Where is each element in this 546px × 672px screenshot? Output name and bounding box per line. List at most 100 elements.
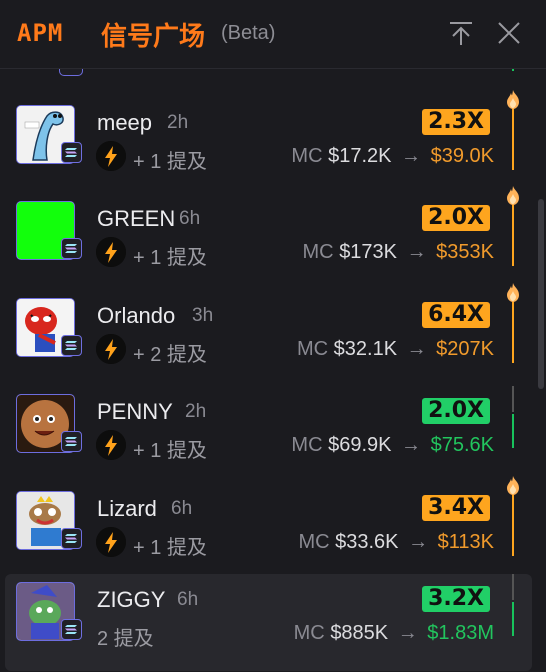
solana-icon	[65, 625, 77, 634]
mc-from: $33.6K	[335, 531, 399, 553]
fire-indicator	[504, 88, 522, 110]
progress-bar-fill	[512, 602, 514, 636]
market-cap-change: MC $69.9K → $75.6K	[291, 434, 494, 457]
signal-item[interactable]: ZIGGY 6h 2 提及 3.2X MC $885K → $1.83M	[5, 574, 532, 671]
partial-progress-bar	[512, 69, 514, 71]
token-age: 6h	[177, 589, 199, 610]
mc-from: $69.9K	[328, 434, 392, 456]
signal-item[interactable]: Orlando 3h + 2 提及 6.4X MC $32.1K → $207K	[5, 283, 532, 387]
mention-count: 2 提及	[97, 628, 154, 650]
mention-count: + 1 提及	[133, 247, 207, 269]
token-name: Orlando	[97, 303, 176, 328]
market-cap-change: MC $885K → $1.83M	[294, 622, 494, 645]
scrollbar[interactable]	[538, 199, 544, 389]
mention-count: + 2 提及	[133, 344, 207, 366]
token-age: 3h	[192, 305, 214, 326]
multiplier-badge: 3.2X	[422, 586, 490, 612]
arrow-icon: →	[397, 622, 418, 644]
mc-label: MC	[296, 338, 329, 360]
solana-icon	[65, 341, 77, 350]
mention-count: + 1 提及	[133, 440, 207, 462]
caller-avatar	[96, 430, 126, 460]
pin-top-button[interactable]	[446, 18, 476, 48]
mc-to: $113K	[437, 531, 494, 553]
lightning-icon	[96, 141, 126, 171]
solana-icon	[65, 437, 77, 446]
signal-item[interactable]: Lizard 6h + 1 提及 3.4X MC $33.6K → $113K	[5, 476, 532, 580]
token-age: 2h	[185, 401, 207, 422]
mc-from: $32.1K	[333, 338, 398, 360]
mc-from: $885K	[330, 622, 389, 644]
brand-logo: APM	[17, 19, 64, 47]
token-age: 2h	[167, 112, 189, 133]
beta-label: (Beta)	[221, 22, 276, 44]
token-age: 6h	[171, 498, 193, 519]
caller-avatar	[96, 141, 126, 171]
multiplier-badge: 2.0X	[422, 205, 490, 231]
token-name: Lizard	[97, 496, 157, 521]
mc-to: $75.6K	[430, 434, 494, 456]
solana-icon	[65, 148, 77, 157]
mc-to: $207K	[436, 338, 494, 360]
lightning-icon	[96, 334, 126, 364]
chain-badge	[61, 528, 82, 549]
solana-icon	[65, 244, 77, 253]
mc-label: MC	[302, 241, 334, 263]
fire-indicator	[504, 474, 522, 496]
market-cap-change: MC $32.1K → $207K	[297, 338, 494, 361]
fire-indicator	[504, 281, 522, 303]
mc-label: MC	[291, 145, 323, 167]
header-bar: APM 信号广场 (Beta)	[0, 0, 546, 69]
mc-label: MC	[293, 622, 325, 644]
arrow-icon: →	[401, 145, 422, 167]
progress-bar-fill	[512, 103, 514, 170]
lightning-icon	[96, 527, 126, 557]
token-name: meep	[97, 110, 153, 135]
mc-to: $353K	[436, 241, 494, 263]
lightning-icon	[96, 237, 126, 267]
token-age: 6h	[179, 208, 201, 229]
arrow-icon: →	[408, 531, 429, 553]
mc-to: $39.0K	[430, 145, 494, 167]
progress-bar-track	[512, 386, 514, 412]
partial-avatar	[59, 69, 83, 76]
arrow-icon: →	[406, 241, 427, 263]
pin-to-top-icon	[450, 22, 472, 45]
signal-item[interactable]: GREEN 6h + 1 提及 2.0X MC $173K → $353K	[5, 186, 532, 290]
mc-label: MC	[298, 531, 330, 553]
chain-badge	[61, 619, 82, 640]
chain-badge	[61, 238, 82, 259]
progress-bar-fill	[512, 296, 514, 363]
mc-to: $1.83M	[427, 622, 494, 644]
page-title: 信号广场	[101, 22, 206, 52]
signal-item[interactable]: PENNY 2h + 1 提及 2.0X MC $69.9K → $75.6K	[5, 386, 532, 483]
solana-icon	[65, 534, 77, 543]
fire-icon	[507, 186, 519, 205]
caller-avatar	[96, 237, 126, 267]
fire-icon	[507, 283, 519, 302]
progress-bar-fill	[512, 414, 514, 448]
market-cap-change: MC $173K → $353K	[303, 241, 494, 264]
progress-bar-track	[512, 574, 514, 600]
fire-indicator	[504, 184, 522, 206]
mention-count: + 1 提及	[133, 537, 207, 559]
multiplier-badge: 6.4X	[422, 302, 490, 328]
chain-badge	[61, 142, 82, 163]
mc-from: $17.2K	[328, 145, 392, 167]
arrow-icon: →	[406, 338, 427, 360]
close-button[interactable]	[494, 18, 524, 48]
chain-badge	[61, 335, 82, 356]
token-name: ZIGGY	[97, 587, 166, 612]
market-cap-change: MC $33.6K → $113K	[298, 531, 494, 554]
token-name: GREEN	[97, 206, 176, 231]
mc-from: $173K	[339, 241, 398, 263]
token-name: PENNY	[97, 399, 173, 424]
multiplier-badge: 2.3X	[422, 109, 490, 135]
close-icon	[498, 22, 520, 44]
progress-bar-fill	[512, 489, 514, 556]
signal-list[interactable]: meep 2h + 1 提及 2.3X MC $17.2K → $39.0K G…	[0, 69, 546, 672]
chain-badge	[61, 431, 82, 452]
mention-count: + 1 提及	[133, 151, 207, 173]
market-cap-change: MC $17.2K → $39.0K	[291, 145, 494, 168]
signal-item[interactable]: meep 2h + 1 提及 2.3X MC $17.2K → $39.0K	[5, 90, 532, 194]
